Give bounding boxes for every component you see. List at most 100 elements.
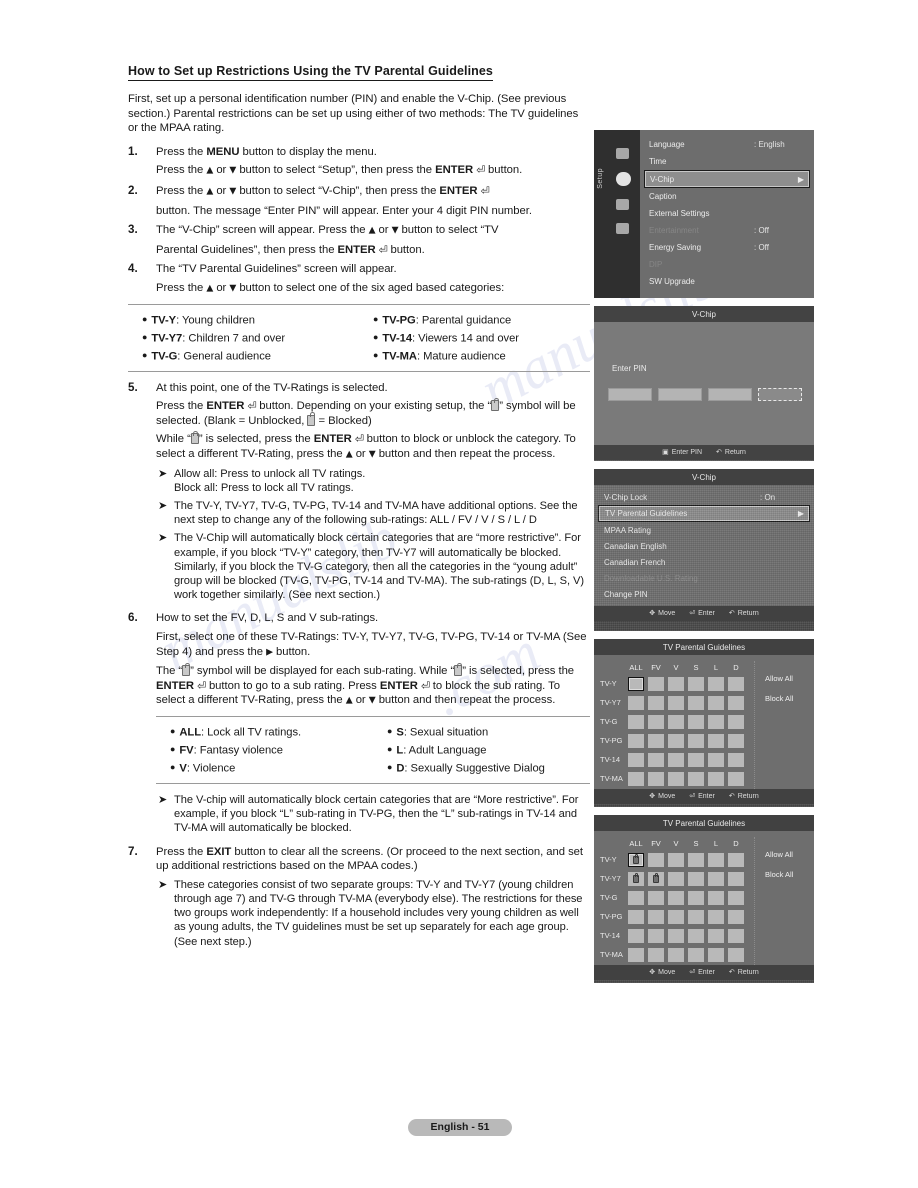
grid-cell-tvg-fv[interactable]	[648, 714, 664, 729]
grid-cell-tvma-d[interactable]	[728, 947, 744, 962]
grid-cell-tvy7-v[interactable]	[668, 695, 684, 710]
grid-cell-tvma-all[interactable]	[628, 947, 644, 962]
grid-cell-tv14-fv[interactable]	[648, 928, 664, 943]
grid-cell-tvpg-s[interactable]	[688, 733, 704, 748]
grid-cell-tvy-d[interactable]	[728, 852, 744, 867]
grid-cell-tvy-l[interactable]	[708, 676, 724, 691]
grid-cell-tvg-fv[interactable]	[648, 890, 664, 905]
grid-cell-tv14-s[interactable]	[688, 752, 704, 767]
grid-cell-tvy-all[interactable]	[628, 852, 644, 867]
grid-cell-tvy-s[interactable]	[688, 852, 704, 867]
grid-cell-tvy7-s[interactable]	[688, 871, 704, 886]
grid-cell-tvpg-all[interactable]	[628, 909, 644, 924]
menu-item-energy-saving[interactable]: Energy Saving: Off	[640, 239, 814, 256]
grid-cell-tvg-l[interactable]	[708, 714, 724, 729]
pin-digit-2[interactable]	[658, 388, 702, 401]
grid-cell-tvpg-d[interactable]	[728, 909, 744, 924]
grid-cell-tv14-all[interactable]	[628, 928, 644, 943]
grid-cell-tvy-d[interactable]	[728, 676, 744, 691]
menu-item-time[interactable]: Time	[640, 153, 814, 170]
menu-item-canadian-english[interactable]: Canadian English	[594, 538, 814, 554]
grid-cell-tvma-fv[interactable]	[648, 771, 664, 786]
menu-item-downloadable-us-rating[interactable]: Downloadable U.S. Rating	[594, 570, 814, 586]
menu-item-entertainment[interactable]: Entertainment: Off	[640, 222, 814, 239]
input-icon[interactable]	[616, 223, 629, 234]
grid-cell-tvy7-all[interactable]	[628, 695, 644, 710]
grid-cell-tvy7-v[interactable]	[668, 871, 684, 886]
grid-cell-tvpg-l[interactable]	[708, 909, 724, 924]
grid-cell-tvy-fv[interactable]	[648, 852, 664, 867]
grid-cell-tvy-all[interactable]	[628, 676, 644, 691]
grid-cell-tvy-fv[interactable]	[648, 676, 664, 691]
setup-gear-icon[interactable]	[616, 172, 631, 186]
picture-icon[interactable]	[616, 148, 629, 159]
grid-cell-tvy-v[interactable]	[668, 676, 684, 691]
grid-cell-tvpg-l[interactable]	[708, 733, 724, 748]
grid-cell-tvpg-v[interactable]	[668, 909, 684, 924]
allow-all-button[interactable]: Allow All	[765, 850, 808, 859]
menu-item-canadian-french[interactable]: Canadian French	[594, 554, 814, 570]
grid-cell-tv14-all[interactable]	[628, 752, 644, 767]
channel-icon[interactable]	[616, 199, 629, 210]
grid-cell-tvma-l[interactable]	[708, 771, 724, 786]
grid-cell-tvy7-fv[interactable]	[648, 871, 664, 886]
grid-cell-tvy7-fv[interactable]	[648, 695, 664, 710]
grid-cell-tvg-all[interactable]	[628, 890, 644, 905]
menu-item-change-pin[interactable]: Change PIN	[594, 586, 814, 602]
menu-item-mpaa-rating[interactable]: MPAA Rating	[594, 522, 814, 538]
grid-cell-tvpg-v[interactable]	[668, 733, 684, 748]
grid-cell-tvy-l[interactable]	[708, 852, 724, 867]
grid-cell-tv14-l[interactable]	[708, 752, 724, 767]
grid-cell-tvy7-l[interactable]	[708, 871, 724, 886]
grid-cell-tvg-v[interactable]	[668, 714, 684, 729]
grid-cell-tvy7-l[interactable]	[708, 695, 724, 710]
grid-cell-tvpg-fv[interactable]	[648, 909, 664, 924]
grid-cell-tvma-s[interactable]	[688, 947, 704, 962]
grid-cell-tvg-s[interactable]	[688, 890, 704, 905]
block-all-button[interactable]: Block All	[765, 694, 808, 703]
grid-cell-tvy-s[interactable]	[688, 676, 704, 691]
grid-cell-tvma-v[interactable]	[668, 947, 684, 962]
grid-cell-tvy7-d[interactable]	[728, 695, 744, 710]
grid-cell-tvpg-all[interactable]	[628, 733, 644, 748]
grid-cell-tvg-v[interactable]	[668, 890, 684, 905]
menu-item-sw-upgrade[interactable]: SW Upgrade	[640, 273, 814, 290]
grid-cell-tvma-l[interactable]	[708, 947, 724, 962]
grid-cell-tvma-all[interactable]	[628, 771, 644, 786]
menu-item-external-settings[interactable]: External Settings	[640, 205, 814, 222]
grid-cell-tvy7-s[interactable]	[688, 695, 704, 710]
block-all-button[interactable]: Block All	[765, 870, 808, 879]
grid-cell-tvg-d[interactable]	[728, 890, 744, 905]
grid-cell-tvg-s[interactable]	[688, 714, 704, 729]
grid-cell-tvma-s[interactable]	[688, 771, 704, 786]
menu-item-language[interactable]: Language: English	[640, 136, 814, 153]
menu-item-dip[interactable]: DIP	[640, 256, 814, 273]
grid-cell-tvy7-all[interactable]	[628, 871, 644, 886]
grid-cell-tv14-l[interactable]	[708, 928, 724, 943]
grid-cell-tv14-d[interactable]	[728, 752, 744, 767]
grid-cell-tvy7-d[interactable]	[728, 871, 744, 886]
grid-cell-tvg-l[interactable]	[708, 890, 724, 905]
menu-item-vchip-lock[interactable]: V-Chip Lock: On	[594, 489, 814, 505]
grid-cell-tv14-v[interactable]	[668, 928, 684, 943]
grid-cell-tvpg-d[interactable]	[728, 733, 744, 748]
grid-cell-tv14-v[interactable]	[668, 752, 684, 767]
grid-cell-tvg-d[interactable]	[728, 714, 744, 729]
grid-cell-tvg-all[interactable]	[628, 714, 644, 729]
menu-item-tv-parental-guidelines[interactable]: TV Parental Guidelines ▶	[598, 505, 810, 522]
grid-cell-tv14-fv[interactable]	[648, 752, 664, 767]
grid-cell-tvpg-s[interactable]	[688, 909, 704, 924]
grid-cell-tv14-s[interactable]	[688, 928, 704, 943]
menu-item-caption[interactable]: Caption	[640, 188, 814, 205]
grid-cell-tvpg-fv[interactable]	[648, 733, 664, 748]
grid-cell-tvma-v[interactable]	[668, 771, 684, 786]
grid-cell-tvma-fv[interactable]	[648, 947, 664, 962]
grid-cell-tv14-d[interactable]	[728, 928, 744, 943]
grid-cell-tvy-v[interactable]	[668, 852, 684, 867]
pin-digit-1[interactable]	[608, 388, 652, 401]
menu-item-v-chip[interactable]: V-Chip ▶	[644, 170, 810, 188]
pin-digit-4[interactable]	[758, 388, 802, 401]
allow-all-button[interactable]: Allow All	[765, 674, 808, 683]
pin-digit-3[interactable]	[708, 388, 752, 401]
grid-cell-tvma-d[interactable]	[728, 771, 744, 786]
